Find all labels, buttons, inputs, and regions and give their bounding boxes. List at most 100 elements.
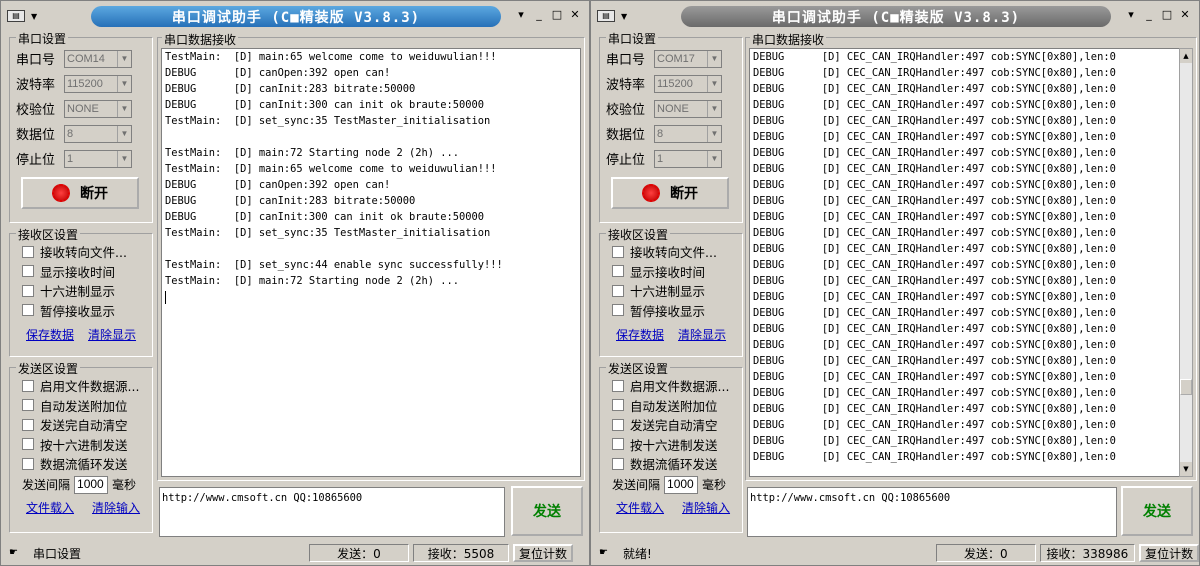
option-label: 暂停接收显示: [630, 303, 706, 319]
stopbits-select[interactable]: 1 ▼: [654, 149, 722, 168]
checkbox[interactable]: [22, 265, 34, 278]
recv-option[interactable]: 十六进制显示: [606, 281, 736, 301]
send-option[interactable]: 自动发送附加位: [16, 396, 146, 416]
file-load-link[interactable]: 文件载入: [616, 499, 664, 516]
clear-display-link[interactable]: 清除显示: [88, 326, 136, 343]
chevron-down-icon[interactable]: ▼: [707, 100, 721, 117]
dropdown-icon[interactable]: ▾: [515, 8, 527, 21]
chevron-down-icon[interactable]: ▼: [707, 75, 721, 92]
chevron-down-icon[interactable]: ▼: [621, 12, 627, 21]
log-scrollbar[interactable]: ▲ ▼: [1179, 48, 1193, 477]
checkbox[interactable]: [612, 265, 624, 278]
dropdown-icon[interactable]: ▾: [1125, 8, 1137, 21]
recv-option[interactable]: 暂停接收显示: [606, 301, 736, 321]
interval-input[interactable]: 1000: [74, 475, 109, 494]
chevron-down-icon[interactable]: ▼: [117, 75, 131, 92]
parity-select[interactable]: NONE ▼: [654, 99, 722, 118]
group-title: 串口设置: [606, 30, 659, 47]
parity-label: 校验位: [16, 103, 56, 118]
receive-log[interactable]: TestMain: [D] main:65 welcome come to we…: [161, 48, 581, 477]
option-label: 显示接收时间: [40, 264, 116, 280]
chevron-down-icon[interactable]: ▼: [707, 125, 721, 142]
clear-display-link[interactable]: 清除显示: [678, 326, 726, 343]
close-button[interactable]: ✕: [1179, 8, 1191, 21]
send-option[interactable]: 数据流循环发送: [16, 454, 146, 474]
checkbox[interactable]: [22, 284, 34, 297]
databits-select[interactable]: 8 ▼: [64, 124, 132, 143]
minimize-button[interactable]: _: [533, 8, 545, 21]
recv-option[interactable]: 十六进制显示: [16, 281, 146, 301]
chevron-down-icon[interactable]: ▼: [117, 125, 131, 142]
recv-option[interactable]: 接收转向文件...: [16, 242, 146, 262]
save-data-link[interactable]: 保存数据: [616, 326, 664, 343]
file-load-link[interactable]: 文件载入: [26, 499, 74, 516]
recv-option[interactable]: 显示接收时间: [16, 262, 146, 282]
reset-count-button[interactable]: 复位计数: [1139, 544, 1200, 562]
baud-select[interactable]: 115200 ▼: [64, 74, 132, 93]
chevron-down-icon[interactable]: ▼: [707, 150, 721, 167]
log-line: TestMain: [D] set_sync:35 TestMaster_ini…: [165, 227, 491, 239]
serial-settings-group: 串口设置 串口号 COM17 ▼ 波特率 115200 ▼ 校验位 NONE ▼ 数据位 8 ▼…: [599, 30, 743, 223]
chevron-down-icon[interactable]: ▼: [117, 100, 131, 117]
checkbox[interactable]: [22, 399, 34, 412]
chevron-down-icon[interactable]: ▼: [31, 12, 37, 21]
open-close-button[interactable]: 断开: [611, 177, 729, 209]
scroll-thumb[interactable]: [1180, 379, 1192, 395]
checkbox[interactable]: [612, 245, 624, 258]
send-option[interactable]: 自动发送附加位: [606, 396, 736, 416]
send-option[interactable]: 发送完自动清空: [606, 415, 736, 435]
checkbox[interactable]: [22, 304, 34, 317]
recv-option[interactable]: 接收转向文件...: [606, 242, 736, 262]
system-menu[interactable]: ▤ ▼: [7, 8, 47, 24]
send-option[interactable]: 启用文件数据源...: [16, 376, 146, 396]
send-option[interactable]: 按十六进制发送: [606, 435, 736, 455]
port-select[interactable]: COM14 ▼: [64, 49, 132, 68]
scroll-up-icon[interactable]: ▲: [1180, 49, 1192, 63]
send-input[interactable]: http://www.cmsoft.cn QQ:10865600: [747, 487, 1117, 537]
stopbits-select[interactable]: 1 ▼: [64, 149, 132, 168]
recv-option[interactable]: 显示接收时间: [606, 262, 736, 282]
clear-input-link[interactable]: 清除输入: [92, 499, 140, 516]
baud-select[interactable]: 115200 ▼: [654, 74, 722, 93]
clear-input-link[interactable]: 清除输入: [682, 499, 730, 516]
checkbox[interactable]: [612, 438, 624, 451]
databits-select[interactable]: 8 ▼: [654, 124, 722, 143]
send-button[interactable]: 发送: [1121, 486, 1193, 536]
send-option[interactable]: 按十六进制发送: [16, 435, 146, 455]
scroll-down-icon[interactable]: ▼: [1180, 462, 1192, 476]
send-input[interactable]: http://www.cmsoft.cn QQ:10865600: [159, 487, 505, 537]
interval-input[interactable]: 1000: [664, 475, 699, 494]
chevron-down-icon[interactable]: ▼: [707, 50, 721, 67]
send-option[interactable]: 发送完自动清空: [16, 415, 146, 435]
recv-option[interactable]: 暂停接收显示: [16, 301, 146, 321]
minimize-button[interactable]: _: [1143, 8, 1155, 21]
maximize-button[interactable]: □: [551, 8, 563, 21]
maximize-button[interactable]: □: [1161, 8, 1173, 21]
send-button[interactable]: 发送: [511, 486, 583, 536]
checkbox[interactable]: [22, 245, 34, 258]
option-label: 启用文件数据源...: [630, 379, 730, 395]
checkbox[interactable]: [22, 418, 34, 431]
close-button[interactable]: ✕: [569, 8, 581, 21]
checkbox[interactable]: [612, 304, 624, 317]
send-option[interactable]: 数据流循环发送: [606, 454, 736, 474]
log-line: DEBUG [D] CEC_CAN_IRQHandler:497 cob:SYN…: [753, 339, 1116, 351]
checkbox[interactable]: [22, 457, 34, 470]
parity-select[interactable]: NONE ▼: [64, 99, 132, 118]
checkbox[interactable]: [22, 438, 34, 451]
checkbox[interactable]: [612, 284, 624, 297]
checkbox[interactable]: [612, 418, 624, 431]
reset-count-button[interactable]: 复位计数: [513, 544, 573, 562]
chevron-down-icon[interactable]: ▼: [117, 150, 131, 167]
checkbox[interactable]: [612, 457, 624, 470]
checkbox[interactable]: [22, 379, 34, 392]
chevron-down-icon[interactable]: ▼: [117, 50, 131, 67]
system-menu[interactable]: ▤ ▼: [597, 8, 637, 24]
checkbox[interactable]: [612, 399, 624, 412]
checkbox[interactable]: [612, 379, 624, 392]
send-option[interactable]: 启用文件数据源...: [606, 376, 736, 396]
open-close-button[interactable]: 断开: [21, 177, 139, 209]
save-data-link[interactable]: 保存数据: [26, 326, 74, 343]
port-select[interactable]: COM17 ▼: [654, 49, 722, 68]
receive-log[interactable]: DEBUG [D] CEC_CAN_IRQHandler:497 cob:SYN…: [749, 48, 1180, 477]
